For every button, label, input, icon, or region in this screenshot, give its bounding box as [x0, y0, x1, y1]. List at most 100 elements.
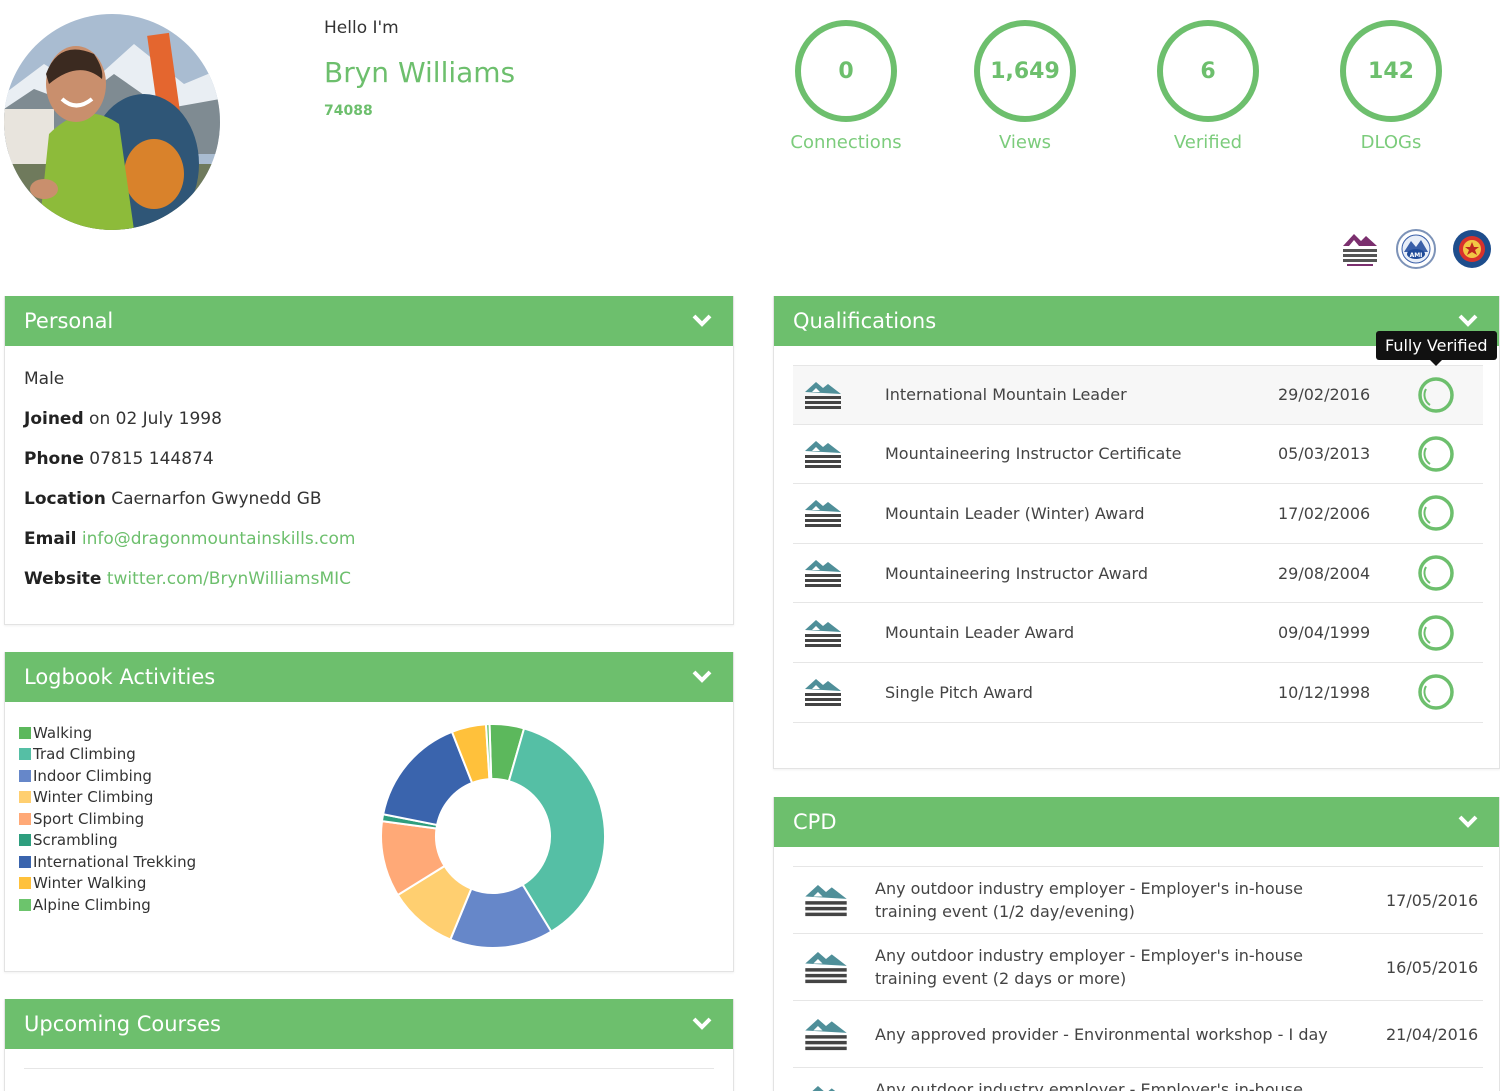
legend-item[interactable]: Scrambling — [19, 830, 196, 852]
qualification-row[interactable]: Mountaineering Instructor Award 29/08/200… — [793, 544, 1483, 604]
profile-id-number: 74088 — [324, 103, 373, 119]
logbook-panel: Logbook Activities Walking Trad Climbing I… — [4, 652, 734, 972]
personal-panel-header[interactable]: Personal — [5, 296, 733, 346]
verified-ring-icon[interactable] — [1417, 494, 1455, 532]
upcoming-courses-panel: Upcoming Courses — [4, 999, 734, 1091]
cpd-row[interactable]: Any outdoor industry employer - Employer… — [793, 933, 1483, 1000]
legend-item[interactable]: Winter Climbing — [19, 787, 196, 809]
cpd-panel-header[interactable]: CPD — [774, 797, 1499, 847]
chevron-down-icon[interactable] — [691, 666, 713, 686]
stat-views[interactable]: 1,649 Views — [955, 20, 1095, 153]
activities-donut-chart — [380, 723, 606, 949]
legend-item[interactable]: Indoor Climbing — [19, 765, 196, 787]
legend-swatch — [19, 812, 31, 825]
legend-label: Walking — [33, 723, 93, 742]
qualifications-list: International Mountain Leader 29/02/2016 M… — [793, 365, 1483, 723]
cpd-date: 17/05/2016 — [1386, 890, 1479, 910]
chevron-down-icon[interactable] — [691, 1013, 713, 1033]
chevron-down-icon[interactable] — [691, 310, 713, 330]
mountain-training-logo-icon — [805, 679, 841, 707]
logbook-panel-title: Logbook Activities — [24, 665, 216, 689]
qualification-title: Mountain Leader Award — [885, 623, 1075, 643]
mountain-training-logo-icon — [805, 381, 841, 409]
mountain-training-logo-icon — [805, 560, 841, 588]
legend-swatch — [19, 726, 31, 739]
legend-label: International Trekking — [33, 852, 197, 871]
stat-connections-label: Connections — [790, 132, 902, 153]
qualification-row[interactable]: International Mountain Leader 29/02/2016 — [793, 365, 1483, 425]
cpd-date: 16/05/2016 — [1386, 957, 1479, 977]
ami-logo-icon[interactable]: AMI — [1395, 228, 1437, 270]
qualification-date: 29/08/2004 — [1278, 563, 1371, 583]
legend-label: Scrambling — [33, 831, 118, 850]
qualification-title: International Mountain Leader — [885, 385, 1127, 405]
legend-swatch — [19, 898, 31, 911]
verified-ring-icon[interactable] — [1417, 673, 1455, 711]
stat-dlogs-label: DLOGs — [1360, 132, 1422, 153]
upcoming-courses-panel-header[interactable]: Upcoming Courses — [5, 999, 733, 1049]
personal-panel-title: Personal — [24, 309, 114, 333]
qualification-row[interactable]: Mountain Leader (Winter) Award 17/02/2006 — [793, 484, 1483, 544]
legend-swatch — [19, 748, 31, 761]
legend-label: Sport Climbing — [33, 809, 145, 828]
legend-item[interactable]: International Trekking — [19, 851, 196, 873]
upcoming-courses-list — [24, 1068, 714, 1069]
phone-label: Phone — [24, 449, 84, 469]
legend-item[interactable]: Sport Climbing — [19, 808, 196, 830]
qualifications-panel: Qualifications International Mountain Le… — [773, 296, 1500, 769]
mountain-training-logo-icon — [805, 619, 841, 647]
stat-dlogs[interactable]: 142 DLOGs — [1321, 20, 1461, 153]
verified-ring-icon[interactable] — [1417, 614, 1455, 652]
legend-swatch — [19, 769, 31, 782]
phone-value: 07815 144874 — [89, 449, 214, 469]
website-row: Website twitter.com/BrynWilliamsMIC — [24, 566, 714, 606]
verified-ring-icon[interactable] — [1417, 435, 1455, 473]
qualification-row[interactable]: Single Pitch Award 10/12/1998 — [793, 663, 1483, 723]
qualification-date: 29/02/2016 — [1278, 385, 1371, 405]
stat-connections[interactable]: 0 Connections — [776, 20, 916, 153]
cpd-title: Any approved provider - Environmental wo… — [875, 1024, 1328, 1044]
chevron-down-icon[interactable] — [1457, 310, 1479, 330]
cpd-date: 21/04/2016 — [1386, 1024, 1479, 1044]
mountain-training-logo-icon — [805, 1019, 847, 1051]
verified-ring-icon[interactable] — [1417, 554, 1455, 592]
personal-panel: Personal Male Joined on 02 July 1998 Pho… — [4, 296, 734, 625]
cpd-list: Any outdoor industry employer - Employer… — [793, 866, 1483, 1091]
legend-item[interactable]: Walking — [19, 722, 196, 744]
mountain-training-logo-icon — [812, 1086, 836, 1091]
stat-verified[interactable]: 6 Verified — [1138, 20, 1278, 153]
email-link[interactable]: info@dragonmountainskills.com — [82, 529, 356, 549]
legend-swatch — [19, 877, 31, 890]
legend-swatch — [19, 834, 31, 847]
mountain-training-logo-icon — [805, 440, 841, 468]
qualification-row[interactable]: Mountain Leader Award 09/04/1999 — [793, 603, 1483, 663]
email-row: Email info@dragonmountainskills.com — [24, 526, 714, 566]
cpd-row[interactable]: Any approved provider - Environmental wo… — [793, 1000, 1483, 1067]
stat-views-value: 1,649 — [974, 20, 1076, 122]
qualification-title: Mountaineering Instructor Certificate — [885, 444, 1182, 464]
cpd-row[interactable]: Any outdoor industry employer - Employer… — [793, 1067, 1483, 1091]
legend-item[interactable]: Winter Walking — [19, 873, 196, 895]
cpd-row[interactable]: Any outdoor industry employer - Employer… — [793, 866, 1483, 933]
gender-text: Male — [24, 369, 65, 389]
verified-ring-icon[interactable] — [1417, 376, 1455, 414]
fully-verified-tooltip: Fully Verified — [1376, 331, 1497, 366]
website-link[interactable]: twitter.com/BrynWilliamsMIC — [107, 569, 351, 589]
upcoming-courses-panel-title: Upcoming Courses — [24, 1012, 221, 1036]
joined-label: Joined — [24, 409, 84, 429]
chevron-down-icon[interactable] — [1457, 811, 1479, 831]
mountain-training-logo-icon — [805, 885, 847, 917]
cpd-panel-title: CPD — [793, 810, 837, 834]
stat-verified-value: 6 — [1157, 20, 1259, 122]
qualification-title: Mountaineering Instructor Award — [885, 563, 1148, 583]
profile-name: Bryn Williams — [324, 56, 516, 89]
legend-item[interactable]: Alpine Climbing — [19, 894, 196, 916]
qualification-row[interactable]: Mountaineering Instructor Certificate 05/… — [793, 425, 1483, 485]
mountain-training-logo-icon[interactable] — [1339, 228, 1381, 270]
legend-label: Winter Walking — [33, 874, 147, 893]
qualification-date: 17/02/2006 — [1278, 503, 1371, 523]
legend-item[interactable]: Trad Climbing — [19, 744, 196, 766]
logbook-panel-header[interactable]: Logbook Activities — [5, 652, 733, 702]
bmc-logo-icon[interactable] — [1451, 228, 1493, 270]
cpd-panel: CPD Any outdoor industry employer - Empl… — [773, 797, 1500, 1091]
